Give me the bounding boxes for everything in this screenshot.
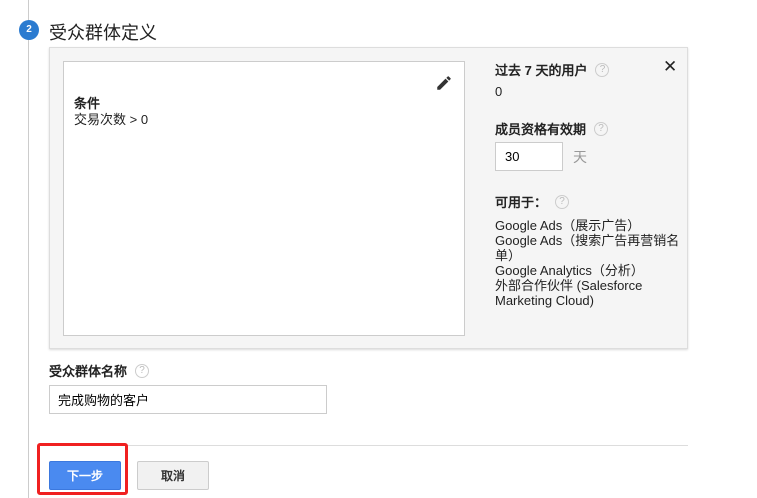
available-for-item: Google Analytics（分析） [495,263,644,278]
condition-box: 条件 交易次数 > 0 [63,61,465,336]
available-for-item: Google Ads（搜索广告再营销名单） [495,233,680,263]
audience-name-input[interactable] [49,385,327,414]
audience-name-label-text: 受众群体名称 [49,364,128,379]
users-7-days-label: 过去 7 天的用户 ? [495,60,610,79]
available-for-label: 可用于： ? [495,192,570,211]
available-for-item: Google Ads（展示广告） [495,218,641,233]
audience-definition-panel: 条件 交易次数 > 0 过去 7 天的用户 ? 0 ✕ 成员资格有效期 ? 天 … [49,47,688,349]
available-for-label-text: 可用于： [495,195,548,210]
edit-pencil-icon[interactable] [435,74,453,95]
help-icon[interactable]: ? [135,363,150,378]
condition-value: 交易次数 > 0 [74,112,149,127]
step-number-badge: 2 [19,20,39,40]
section-title: 受众群体定义 [49,23,157,43]
help-icon[interactable]: ? [594,121,609,136]
step-connector-line [28,0,29,498]
membership-duration-row: 天 [495,142,587,171]
membership-duration-label: 成员资格有效期 ? [495,119,609,138]
cancel-button[interactable]: 取消 [137,461,209,490]
next-button[interactable]: 下一步 [49,461,121,490]
close-icon[interactable]: ✕ [663,57,677,77]
membership-duration-input[interactable] [495,142,563,171]
membership-duration-unit: 天 [573,148,587,165]
available-for-list: Google Ads（展示广告） Google Ads（搜索广告再营销名单） G… [495,218,680,308]
audience-name-label: 受众群体名称 ? [49,361,150,380]
users-7-days-value: 0 [495,84,503,99]
help-icon[interactable]: ? [595,62,610,77]
users-7-days-label-text: 过去 7 天的用户 [495,63,588,78]
help-icon[interactable]: ? [555,194,570,209]
divider [49,445,688,446]
available-for-item: 外部合作伙伴 (Salesforce Marketing Cloud) [495,278,643,308]
membership-duration-label-text: 成员资格有效期 [495,122,587,137]
